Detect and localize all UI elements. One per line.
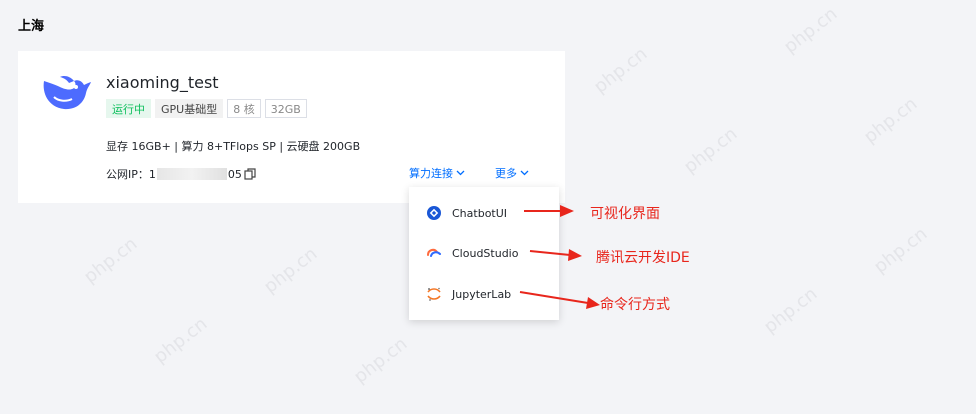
cpu-cores-tag: 8 核 [227,99,261,118]
watermark: php.cn [780,3,842,58]
public-ip-prefix: 1 [148,167,156,181]
ip-mask [156,168,227,180]
public-ip-suffix: 05 [227,167,242,181]
instance-card: xiaoming_test 运行中 GPU基础型 8 核 32GB 显存 16G… [18,51,565,203]
gpu-type-tag: GPU基础型 [155,99,224,118]
cloudstudio-icon [427,248,441,257]
tag-list: 运行中 GPU基础型 8 核 32GB [106,99,307,118]
watermark: php.cn [680,123,742,178]
more-label: 更多 [495,167,517,180]
public-ip-row: 公网IP： 1 05 [106,166,256,182]
chatbotui-icon [427,206,441,220]
annotation-visual-ui: 可视化界面 [590,206,660,222]
chevron-down-icon [456,170,465,176]
instance-specs: 显存 16GB+ | 算力 8+TFlops SP | 云硬盘 200GB [106,140,361,153]
watermark: php.cn [760,283,822,338]
chevron-down-icon [520,170,529,176]
instance-name[interactable]: xiaoming_test [106,73,219,92]
watermark: php.cn [870,223,932,278]
dropdown-item-jupyterlab[interactable]: JupyterLab [409,278,559,310]
dropdown-item-chatbotui[interactable]: ChatbotUI [409,197,559,229]
region-title: 上海 [18,19,45,34]
jupyter-icon [427,287,441,301]
compute-connect-label: 算力连接 [409,167,453,180]
watermark: php.cn [150,313,212,368]
annotation-cloud-ide: 腾讯云开发IDE [596,250,690,266]
watermark: php.cn [80,233,142,288]
memory-tag: 32GB [264,99,307,118]
watermark: php.cn [860,93,922,148]
dropdown-item-label: CloudStudio [452,246,519,260]
dropdown-item-label: JupyterLab [452,287,512,301]
compute-connect-menu[interactable]: 算力连接 [409,165,465,181]
watermark: php.cn [590,43,652,98]
compute-connect-dropdown: ChatbotUI CloudStudio JupyterLab [409,187,559,320]
whale-logo-icon [43,76,91,110]
annotation-command-line: 命令行方式 [600,297,670,313]
dropdown-item-label: ChatbotUI [452,206,508,220]
copy-icon[interactable] [244,168,256,180]
watermark: php.cn [260,243,322,298]
public-ip-label: 公网IP： [106,168,149,181]
status-badge: 运行中 [106,99,151,118]
more-menu[interactable]: 更多 [495,165,529,181]
watermark: php.cn [350,333,412,388]
dropdown-item-cloudstudio[interactable]: CloudStudio [409,237,559,269]
